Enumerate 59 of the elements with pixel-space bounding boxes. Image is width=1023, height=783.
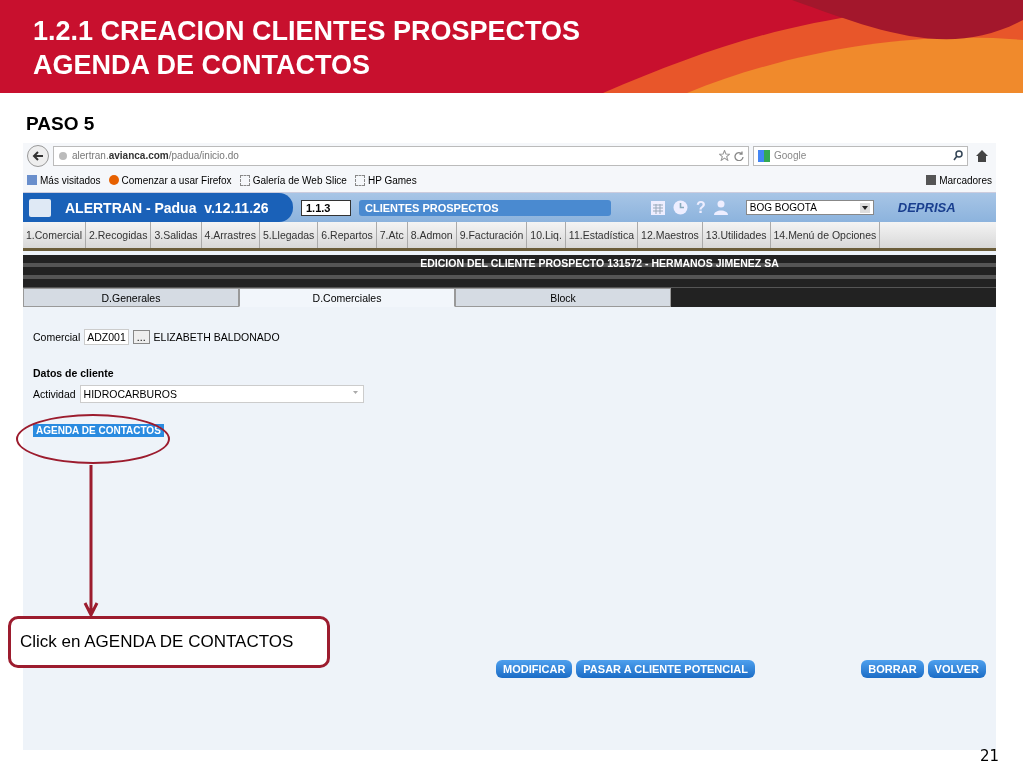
user-icon[interactable]: [713, 200, 728, 215]
url-text: alertran.avianca.com/padua/inicio.do: [72, 150, 240, 161]
menu-tab[interactable]: 8.Admon: [407, 222, 457, 248]
action-button[interactable]: PASAR A CLIENTE POTENCIAL: [576, 660, 755, 678]
menu-tab[interactable]: 5.Llegadas: [259, 222, 319, 248]
bookmark-link[interactable]: HP Games: [354, 174, 417, 186]
form-tab[interactable]: D.Generales: [23, 288, 239, 307]
menu-tab[interactable]: 3.Salidas: [151, 222, 202, 248]
comercial-name: ELIZABETH BALDONADO: [153, 331, 280, 343]
menu-tab[interactable]: 10.Liq.: [527, 222, 566, 248]
lookup-button[interactable]: ...: [132, 330, 150, 344]
menu-tab[interactable]: 11.Estadística: [565, 222, 639, 248]
menu-tab[interactable]: 9.Facturación: [456, 222, 528, 248]
caret-icon: [859, 202, 870, 213]
screen-code-field[interactable]: 1.1.3: [301, 199, 351, 216]
section-title: Datos de cliente: [33, 367, 115, 379]
back-button[interactable]: [27, 144, 49, 167]
bookmark-link[interactable]: Galería de Web Slice: [239, 174, 347, 186]
field-label: Comercial: [33, 331, 81, 343]
menu-tab[interactable]: 6.Repartos: [318, 222, 377, 248]
action-button[interactable]: MODIFICAR: [496, 660, 573, 678]
slide-title: 1.2.1 CREACION CLIENTES PROSPECTOS: [33, 15, 582, 48]
office-dropdown[interactable]: BOG BOGOTA: [745, 200, 874, 215]
page-number: 21: [979, 747, 999, 765]
search-icon[interactable]: [953, 150, 963, 161]
menu-tab[interactable]: 12.Maestros: [638, 222, 703, 248]
bookmark-link[interactable]: Comenzar a usar Firefox: [108, 174, 232, 186]
search-field[interactable]: Google: [753, 145, 968, 166]
google-logo-icon: [758, 149, 770, 162]
screen-name: CLIENTES PROSPECTOS: [359, 199, 611, 216]
menu-tab[interactable]: 4.Arrastres: [201, 222, 260, 248]
menu-tab[interactable]: 2.Recogidas: [86, 222, 152, 248]
form-tab[interactable]: Block: [455, 288, 671, 307]
menu-tab[interactable]: 13.Utilidades: [702, 222, 771, 248]
slide-title: AGENDA DE CONTACTOS: [33, 49, 371, 82]
globe-icon: [58, 150, 68, 161]
menu-tab[interactable]: 7.Atc: [376, 222, 408, 248]
action-button[interactable]: BORRAR: [861, 660, 924, 678]
address-field[interactable]: alertran.avianca.com/padua/inicio.do: [53, 145, 749, 166]
form-title: EDICION DEL CLIENTE PROSPECTO 131572 - HERMANOS JIMENEZ SA: [419, 257, 779, 271]
bookmark-link[interactable]: Más visitados: [27, 174, 101, 186]
clock-icon[interactable]: [673, 200, 688, 215]
menu-tab[interactable]: 14.Menú de Opciones: [770, 222, 881, 248]
action-button[interactable]: VOLVER: [927, 660, 986, 678]
company-logo: DEPRISA: [897, 200, 956, 215]
bookmarks-menu[interactable]: Marcadores: [926, 174, 992, 186]
star-icon[interactable]: [719, 150, 730, 161]
menu-tab[interactable]: 1.Comercial: [23, 222, 87, 248]
back-arrow-icon: [32, 150, 44, 161]
caret-icon: [350, 388, 360, 397]
comercial-code-field[interactable]: ADZ001: [84, 329, 129, 345]
reload-icon[interactable]: [734, 150, 744, 161]
field-label: Actividad: [33, 388, 76, 400]
contacts-button[interactable]: AGENDA DE CONTACTOS: [33, 424, 164, 437]
actividad-dropdown[interactable]: HIDROCARBUROS: [79, 385, 364, 403]
step-label: PASO 5: [25, 112, 96, 136]
callout-text: Click en AGENDA DE CONTACTOS: [8, 616, 330, 668]
form-tab[interactable]: D.Comerciales: [239, 288, 455, 307]
app-title: ALERTRAN - Padua v.12.11.26: [65, 199, 269, 216]
